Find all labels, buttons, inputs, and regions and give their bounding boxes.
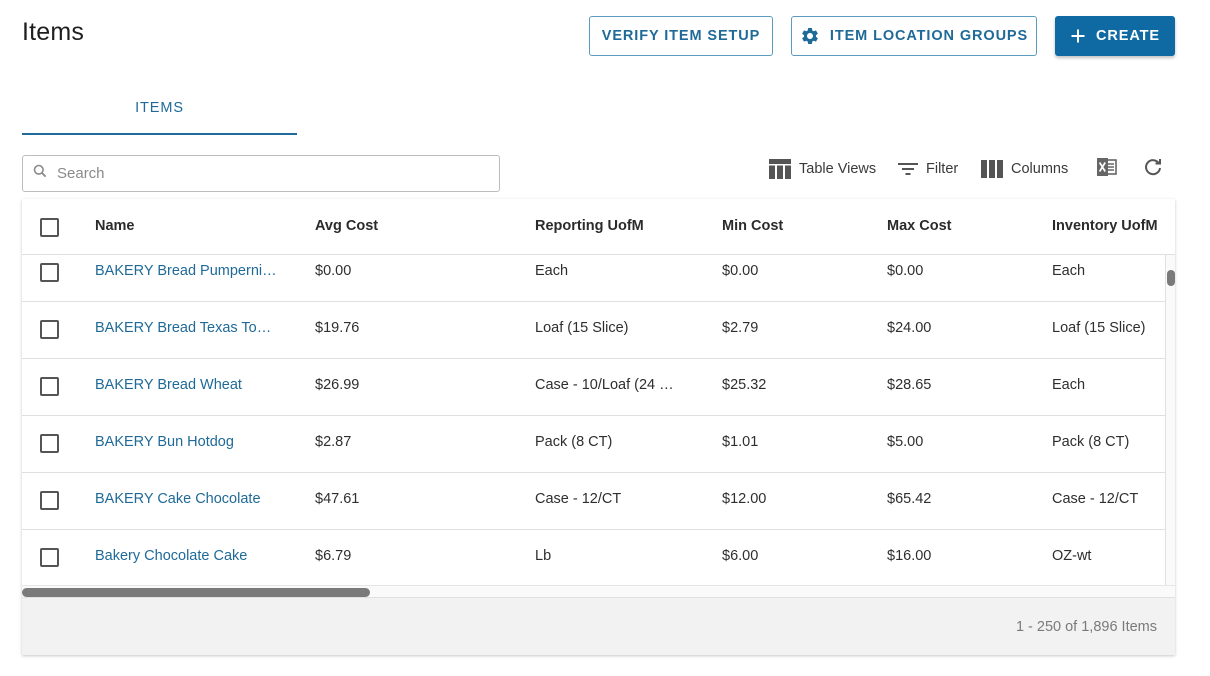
search-icon [33, 164, 47, 183]
min-cost-cell: $12.00 [722, 491, 767, 507]
max-cost-cell: $5.00 [887, 434, 924, 450]
max-cost-cell: $0.00 [887, 263, 924, 279]
tab-items-label: ITEMS [135, 99, 184, 116]
item-name-link[interactable]: BAKERY Bread Pumperni… [95, 263, 285, 279]
avg-cost-cell: $6.79 [315, 548, 352, 564]
table-header: Name Avg Cost Reporting UofM Min Cost Ma… [22, 199, 1175, 255]
column-header-avg-cost[interactable]: Avg Cost [315, 218, 378, 234]
row-checkbox[interactable] [40, 434, 59, 453]
table-row: BAKERY Bread Wheat $26.99 Case - 10/Loaf… [22, 359, 1165, 416]
inventory-uofm-cell: Each [1052, 263, 1086, 279]
table-row: BAKERY Bread Pumperni… $0.00 Each $0.00 … [22, 255, 1165, 302]
horizontal-scrollbar-thumb[interactable] [22, 588, 370, 597]
item-name-link[interactable]: Bakery Chocolate Cake [95, 548, 285, 564]
item-location-groups-button[interactable]: ITEM LOCATION GROUPS [791, 16, 1037, 56]
plus-icon [1070, 28, 1086, 44]
row-checkbox[interactable] [40, 491, 59, 510]
column-header-reporting-uofm[interactable]: Reporting UofM [535, 218, 644, 234]
max-cost-cell: $65.42 [887, 491, 932, 507]
item-name-link[interactable]: BAKERY Cake Chocolate [95, 491, 285, 507]
column-header-max-cost[interactable]: Max Cost [887, 218, 951, 234]
tab-bar: ITEMS [22, 90, 297, 135]
verify-item-setup-button[interactable]: VERIFY ITEM SETUP [589, 16, 773, 56]
row-checkbox[interactable] [40, 377, 59, 396]
verify-item-setup-label: VERIFY ITEM SETUP [601, 28, 761, 44]
vertical-scrollbar[interactable] [1165, 255, 1175, 585]
reporting-uofm-cell: Each [535, 263, 569, 279]
inventory-uofm-cell: Case - 12/CT [1052, 491, 1139, 507]
items-table: Name Avg Cost Reporting UofM Min Cost Ma… [22, 199, 1175, 655]
refresh-button[interactable] [1143, 156, 1163, 182]
max-cost-cell: $28.65 [887, 377, 932, 393]
max-cost-cell: $16.00 [887, 548, 932, 564]
excel-icon [1097, 158, 1117, 180]
inventory-uofm-cell: Loaf (15 Slice) [1052, 320, 1146, 336]
table-views-icon [769, 159, 791, 179]
min-cost-cell: $25.32 [722, 377, 767, 393]
reporting-uofm-cell: Case - 12/CT [535, 491, 622, 507]
columns-label: Columns [1011, 161, 1069, 177]
reporting-uofm-cell: Pack (8 CT) [535, 434, 613, 450]
table-views-label: Table Views [799, 161, 877, 177]
inventory-uofm-cell: Each [1052, 377, 1086, 393]
search-box [22, 155, 500, 192]
item-location-groups-label: ITEM LOCATION GROUPS [829, 28, 1029, 44]
max-cost-cell: $24.00 [887, 320, 932, 336]
create-label: CREATE [1096, 28, 1160, 44]
table-row: Bakery Chocolate Cake $6.79 Lb $6.00 $16… [22, 530, 1165, 585]
export-excel-button[interactable] [1097, 156, 1117, 182]
row-checkbox[interactable] [40, 263, 59, 282]
select-all-checkbox[interactable] [40, 218, 59, 237]
table-body: BAKERY Bread Pumperni… $0.00 Each $0.00 … [22, 255, 1165, 585]
avg-cost-cell: $19.76 [315, 320, 360, 336]
min-cost-cell: $6.00 [722, 548, 759, 564]
avg-cost-cell: $26.99 [315, 377, 360, 393]
min-cost-cell: $2.79 [722, 320, 759, 336]
filter-icon [898, 161, 918, 177]
create-button[interactable]: CREATE [1055, 16, 1175, 56]
row-checkbox[interactable] [40, 320, 59, 339]
item-name-link[interactable]: BAKERY Bun Hotdog [95, 434, 285, 450]
reporting-uofm-cell: Case - 10/Loaf (24 … [535, 377, 674, 393]
tab-items[interactable]: ITEMS [22, 90, 297, 135]
vertical-scrollbar-thumb[interactable] [1167, 270, 1175, 286]
reporting-uofm-cell: Lb [535, 548, 552, 564]
item-name-link[interactable]: BAKERY Bread Wheat [95, 377, 285, 393]
gear-icon [800, 26, 820, 46]
filter-label: Filter [926, 161, 959, 177]
min-cost-cell: $0.00 [722, 263, 759, 279]
page-title: Items [22, 18, 85, 46]
row-checkbox[interactable] [40, 548, 59, 567]
refresh-icon [1143, 157, 1163, 181]
avg-cost-cell: $2.87 [315, 434, 352, 450]
columns-button[interactable]: Columns [981, 156, 1068, 182]
avg-cost-cell: $47.61 [315, 491, 360, 507]
inventory-uofm-cell: OZ-wt [1052, 548, 1092, 564]
table-row: BAKERY Bread Texas To… $19.76 Loaf (15 S… [22, 302, 1165, 359]
reporting-uofm-cell: Loaf (15 Slice) [535, 320, 629, 336]
table-row: BAKERY Cake Chocolate $47.61 Case - 12/C… [22, 473, 1165, 530]
min-cost-cell: $1.01 [722, 434, 759, 450]
table-footer: 1 - 250 of 1,896 Items [22, 597, 1175, 655]
table-views-button[interactable]: Table Views [769, 156, 876, 182]
inventory-uofm-cell: Pack (8 CT) [1052, 434, 1130, 450]
filter-button[interactable]: Filter [898, 156, 958, 182]
pagination-summary: 1 - 250 of 1,896 Items [1015, 619, 1157, 635]
column-header-inventory-uofm[interactable]: Inventory UofM [1052, 218, 1158, 234]
column-header-min-cost[interactable]: Min Cost [722, 218, 783, 234]
item-name-link[interactable]: BAKERY Bread Texas To… [95, 320, 285, 336]
search-input[interactable] [57, 165, 477, 182]
table-row: BAKERY Bun Hotdog $2.87 Pack (8 CT) $1.0… [22, 416, 1165, 473]
avg-cost-cell: $0.00 [315, 263, 352, 279]
columns-icon [981, 160, 1003, 178]
horizontal-scrollbar[interactable] [22, 585, 1175, 597]
column-header-name[interactable]: Name [95, 218, 135, 234]
